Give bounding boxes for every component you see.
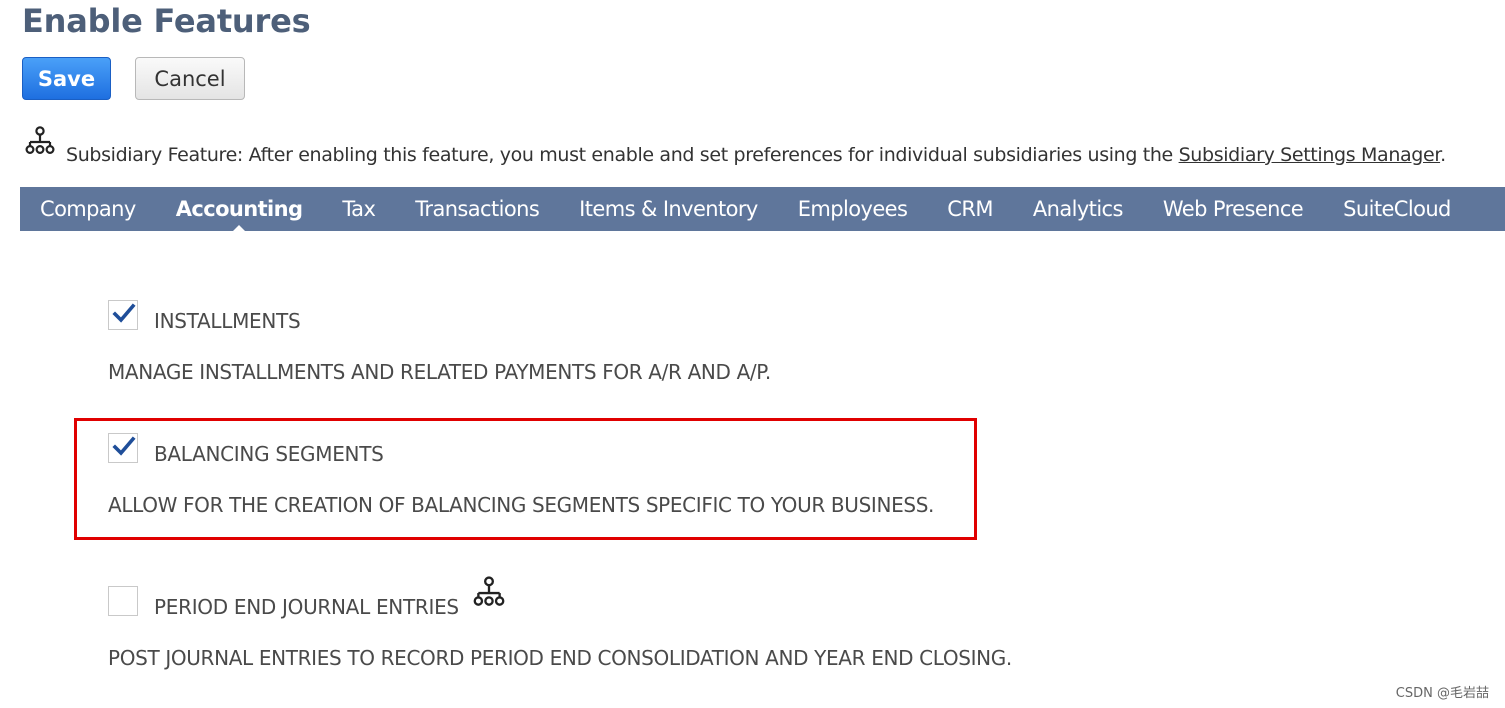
feature-tab-bar: Company Accounting Tax Transactions Item… bbox=[20, 187, 1505, 234]
save-button[interactable]: Save bbox=[22, 57, 111, 100]
period-end-journal-entries-checkbox[interactable] bbox=[108, 586, 138, 616]
subsidiary-hierarchy-icon bbox=[472, 576, 506, 612]
tab-web-presence[interactable]: Web Presence bbox=[1143, 197, 1323, 221]
feature-label: PERIOD END JOURNAL ENTRIES bbox=[154, 595, 459, 619]
installments-checkbox[interactable] bbox=[108, 300, 138, 330]
page-title: Enable Features bbox=[22, 2, 311, 40]
tab-analytics[interactable]: Analytics bbox=[1013, 197, 1143, 221]
feature-description: POST JOURNAL ENTRIES TO RECORD PERIOD EN… bbox=[108, 646, 1012, 670]
tab-items-inventory[interactable]: Items & Inventory bbox=[559, 197, 778, 221]
tab-employees[interactable]: Employees bbox=[778, 197, 928, 221]
tab-crm[interactable]: CRM bbox=[927, 197, 1013, 221]
watermark: CSDN @毛岩喆 bbox=[1395, 686, 1489, 701]
subsidiary-feature-note: Subsidiary Feature: After enabling this … bbox=[24, 126, 1504, 166]
subsidiary-note-text: Subsidiary Feature: After enabling this … bbox=[66, 144, 1446, 166]
subsidiary-note-body: Subsidiary Feature: After enabling this … bbox=[66, 144, 1179, 166]
balancing-segments-checkbox[interactable] bbox=[108, 433, 138, 463]
highlight-box bbox=[74, 418, 977, 540]
subsidiary-note-suffix: . bbox=[1440, 144, 1446, 166]
cancel-button[interactable]: Cancel bbox=[135, 57, 245, 100]
feature-label: BALANCING SEGMENTS bbox=[154, 442, 384, 466]
checkmark-icon bbox=[112, 303, 136, 323]
tab-tax[interactable]: Tax bbox=[322, 197, 395, 221]
tab-suitecloud[interactable]: SuiteCloud bbox=[1323, 197, 1471, 221]
subsidiary-settings-manager-link[interactable]: Subsidiary Settings Manager bbox=[1179, 144, 1441, 166]
tab-accounting[interactable]: Accounting bbox=[156, 197, 323, 234]
tab-transactions[interactable]: Transactions bbox=[395, 197, 559, 221]
feature-label: INSTALLMENTS bbox=[154, 309, 301, 333]
checkmark-icon bbox=[112, 436, 136, 456]
subsidiary-hierarchy-icon bbox=[24, 126, 56, 161]
feature-description: MANAGE INSTALLMENTS AND RELATED PAYMENTS… bbox=[108, 360, 771, 384]
tab-company[interactable]: Company bbox=[20, 197, 156, 221]
feature-description: ALLOW FOR THE CREATION OF BALANCING SEGM… bbox=[108, 493, 935, 517]
